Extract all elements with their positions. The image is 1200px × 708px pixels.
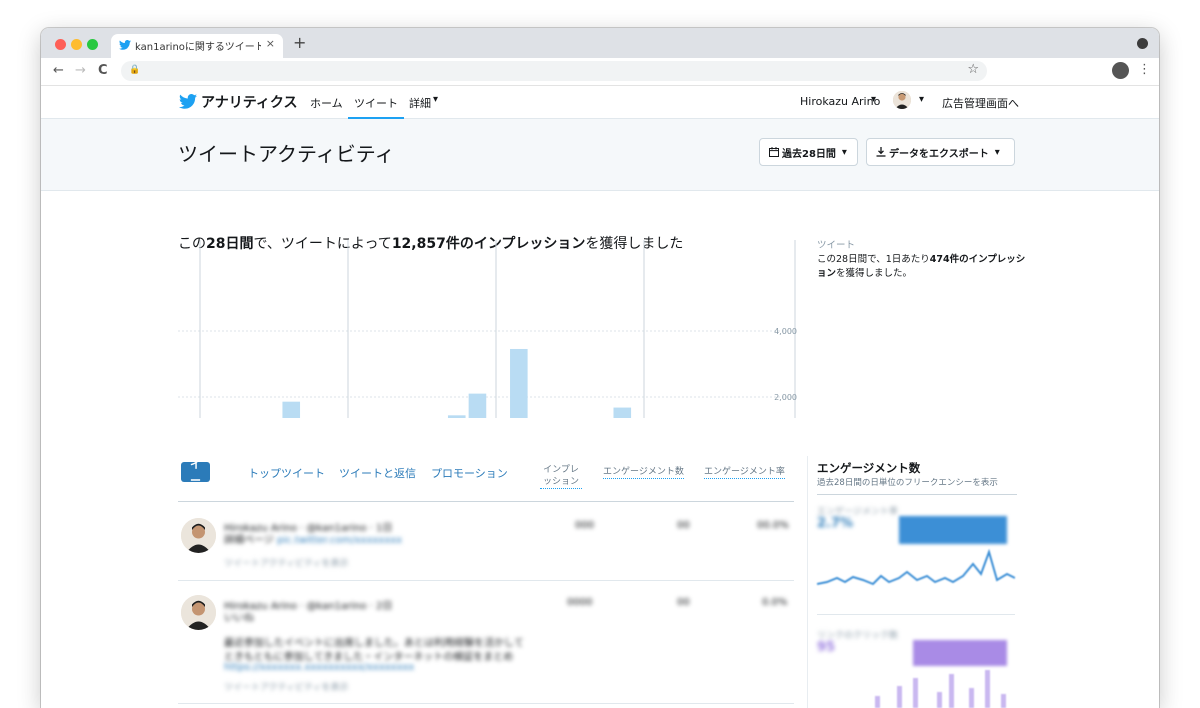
- export-label: データをエクスポート: [889, 148, 989, 160]
- nav-home[interactable]: ホーム: [310, 95, 343, 111]
- tab-search-icon[interactable]: [1137, 38, 1148, 49]
- chart-bar-impressions: [447, 415, 466, 418]
- tab-strip: kan1arinoに関するツイートアクテ × +: [41, 28, 1159, 58]
- tweet-activity-link[interactable]: ツイートアクティビティを表示: [224, 556, 348, 569]
- tab-top-tweets[interactable]: トップツイート: [248, 465, 325, 481]
- chevron-down-icon[interactable]: ▾: [919, 94, 924, 105]
- nav-details[interactable]: 詳細: [409, 95, 431, 111]
- tab-close-icon[interactable]: ×: [266, 37, 275, 50]
- analytics-top-nav: アナリティクス ホーム ツイート 詳細 ▾ Hirokazu Arino ▾ ▾…: [41, 86, 1159, 120]
- tab-title: kan1arinoに関するツイートアクテ: [135, 42, 261, 53]
- engagement-rate-value: 2.7%: [817, 516, 854, 531]
- minimize-window-button[interactable]: [71, 39, 82, 50]
- chart-bar-impressions: [282, 401, 301, 418]
- chart-y-tick-label: 4,000: [774, 327, 797, 336]
- engagement-subtitle: 過去28日間の日単位のフリークエンシーを表示: [817, 476, 1017, 495]
- row-divider: [178, 703, 794, 704]
- chart-bar-impressions: [510, 348, 528, 418]
- side-note-text1: この28日間で、1日あたり: [817, 254, 930, 265]
- cell-impressions: 000: [575, 520, 595, 531]
- maximize-window-button[interactable]: [87, 39, 98, 50]
- tweet-activity-link[interactable]: ツイートアクティビティを表示: [224, 680, 348, 693]
- browser-tab[interactable]: kan1arinoに関するツイートアクテ ×: [111, 34, 283, 58]
- chevron-down-icon[interactable]: ▾: [871, 94, 876, 105]
- twitter-bird-icon: [119, 40, 131, 50]
- page-title: ツイートアクティビティ: [178, 142, 395, 166]
- col-engagement-rate[interactable]: エンゲージメント率: [704, 466, 785, 479]
- close-window-button[interactable]: [55, 39, 66, 50]
- bookmark-star-icon[interactable]: ☆: [967, 62, 979, 77]
- engagements-bars: [875, 670, 1006, 708]
- tweet-text: 詳細ページ pic.twitter.com/xxxxxxxx: [224, 535, 403, 546]
- cell-impressions: 0000: [567, 597, 593, 608]
- reload-icon[interactable]: C: [98, 63, 108, 78]
- chevron-down-icon: ▾: [841, 146, 847, 158]
- export-data-button[interactable]: データをエクスポート ▾: [866, 138, 1015, 166]
- col-engagements[interactable]: エンゲージメント数: [603, 466, 684, 479]
- avatar[interactable]: [893, 91, 911, 109]
- tweet-link[interactable]: https://xxxxxxx.xxxxxxxxxx/xxxxxxxx: [224, 662, 414, 673]
- period-select-button[interactable]: 過去28日間 ▾: [759, 138, 858, 166]
- nav-tweets[interactable]: ツイート: [348, 95, 404, 120]
- profile-avatar[interactable]: [1112, 62, 1129, 79]
- chart-bar-impressions: [613, 407, 632, 418]
- browser-menu-icon[interactable]: ⋮: [1138, 62, 1151, 77]
- new-tab-button[interactable]: +: [293, 33, 306, 52]
- lock-icon: 🔒: [129, 65, 141, 75]
- tab-promotions[interactable]: プロモーション: [431, 465, 508, 481]
- tab-tweets[interactable]: ツイート: [181, 442, 210, 503]
- engagements-value: 95: [817, 640, 836, 655]
- side-note: ツイート この28日間で、1日あたり474件のインプレッションを獲得しました。: [817, 239, 1027, 281]
- col-impressions[interactable]: インプレッション: [540, 464, 582, 489]
- chevron-down-icon[interactable]: ▾: [433, 94, 438, 105]
- engagement-rate-card: エンゲージメント率 2.7%: [817, 502, 1015, 614]
- cell-engagements: 00: [677, 597, 690, 608]
- back-icon[interactable]: ←: [53, 63, 64, 78]
- column-separator: [807, 456, 808, 708]
- side-note-text2: を獲得しました。: [836, 268, 913, 279]
- cell-engagements: 00: [677, 520, 690, 531]
- tweet-text: いいね: [224, 613, 254, 624]
- chart-y-tick-label: 2,000: [774, 393, 797, 402]
- chevron-down-icon: ▾: [994, 146, 1000, 158]
- calendar-icon: [769, 147, 779, 157]
- avatar: [181, 518, 216, 553]
- forward-icon[interactable]: →: [75, 63, 86, 78]
- period-label: 過去28日間: [782, 148, 836, 160]
- page-header: ツイートアクティビティ 過去28日間 ▾ データをエクスポート ▾: [41, 119, 1159, 191]
- avatar: [181, 595, 216, 630]
- impressions-chart: 4,0002,0005Aug 8Aug 15Aug 22Aug 29: [178, 240, 797, 418]
- table-header-divider: [178, 501, 794, 502]
- analytics-page: アナリティクス ホーム ツイート 詳細 ▾ Hirokazu Arino ▾ ▾…: [41, 86, 1159, 708]
- tweet-text: 最近参加したイベントに出席しました。あとは利用経験を活かして: [224, 638, 524, 649]
- browser-toolbar: ← → C 🔒 ☆ ⋮: [41, 58, 1159, 86]
- browser-window: kan1arinoに関するツイートアクテ × + ← → C 🔒 ☆ ⋮ アナリ…: [41, 28, 1159, 708]
- engagement-rate-tooltip: [899, 516, 1007, 544]
- twitter-logo-icon[interactable]: [179, 94, 197, 109]
- engagement-title: エンゲージメント数: [817, 461, 921, 475]
- side-note-label: ツイート: [817, 240, 856, 251]
- engagement-rate-sparkline: [817, 548, 1015, 586]
- card-divider: [817, 614, 1015, 615]
- download-icon: [876, 147, 886, 157]
- user-menu[interactable]: Hirokazu Arino: [800, 95, 880, 108]
- engagements-card: リンクのクリック数 95: [817, 626, 1015, 708]
- cell-engagement-rate: 00.0%: [757, 520, 789, 531]
- tweet-text: ときもともに参加してきました・インターネットの検証をまとめ: [224, 652, 514, 663]
- brand-title[interactable]: アナリティクス: [201, 92, 297, 112]
- tab-tweets-replies[interactable]: ツイートと返信: [339, 465, 416, 481]
- cell-engagement-rate: 0.0%: [762, 597, 788, 608]
- chart-bar-impressions: [468, 393, 487, 418]
- address-bar[interactable]: 🔒 ☆: [121, 61, 987, 81]
- ads-manager-link[interactable]: 広告管理画面へ: [942, 95, 1019, 111]
- row-divider: [178, 580, 794, 581]
- engagements-tooltip: [913, 640, 1007, 666]
